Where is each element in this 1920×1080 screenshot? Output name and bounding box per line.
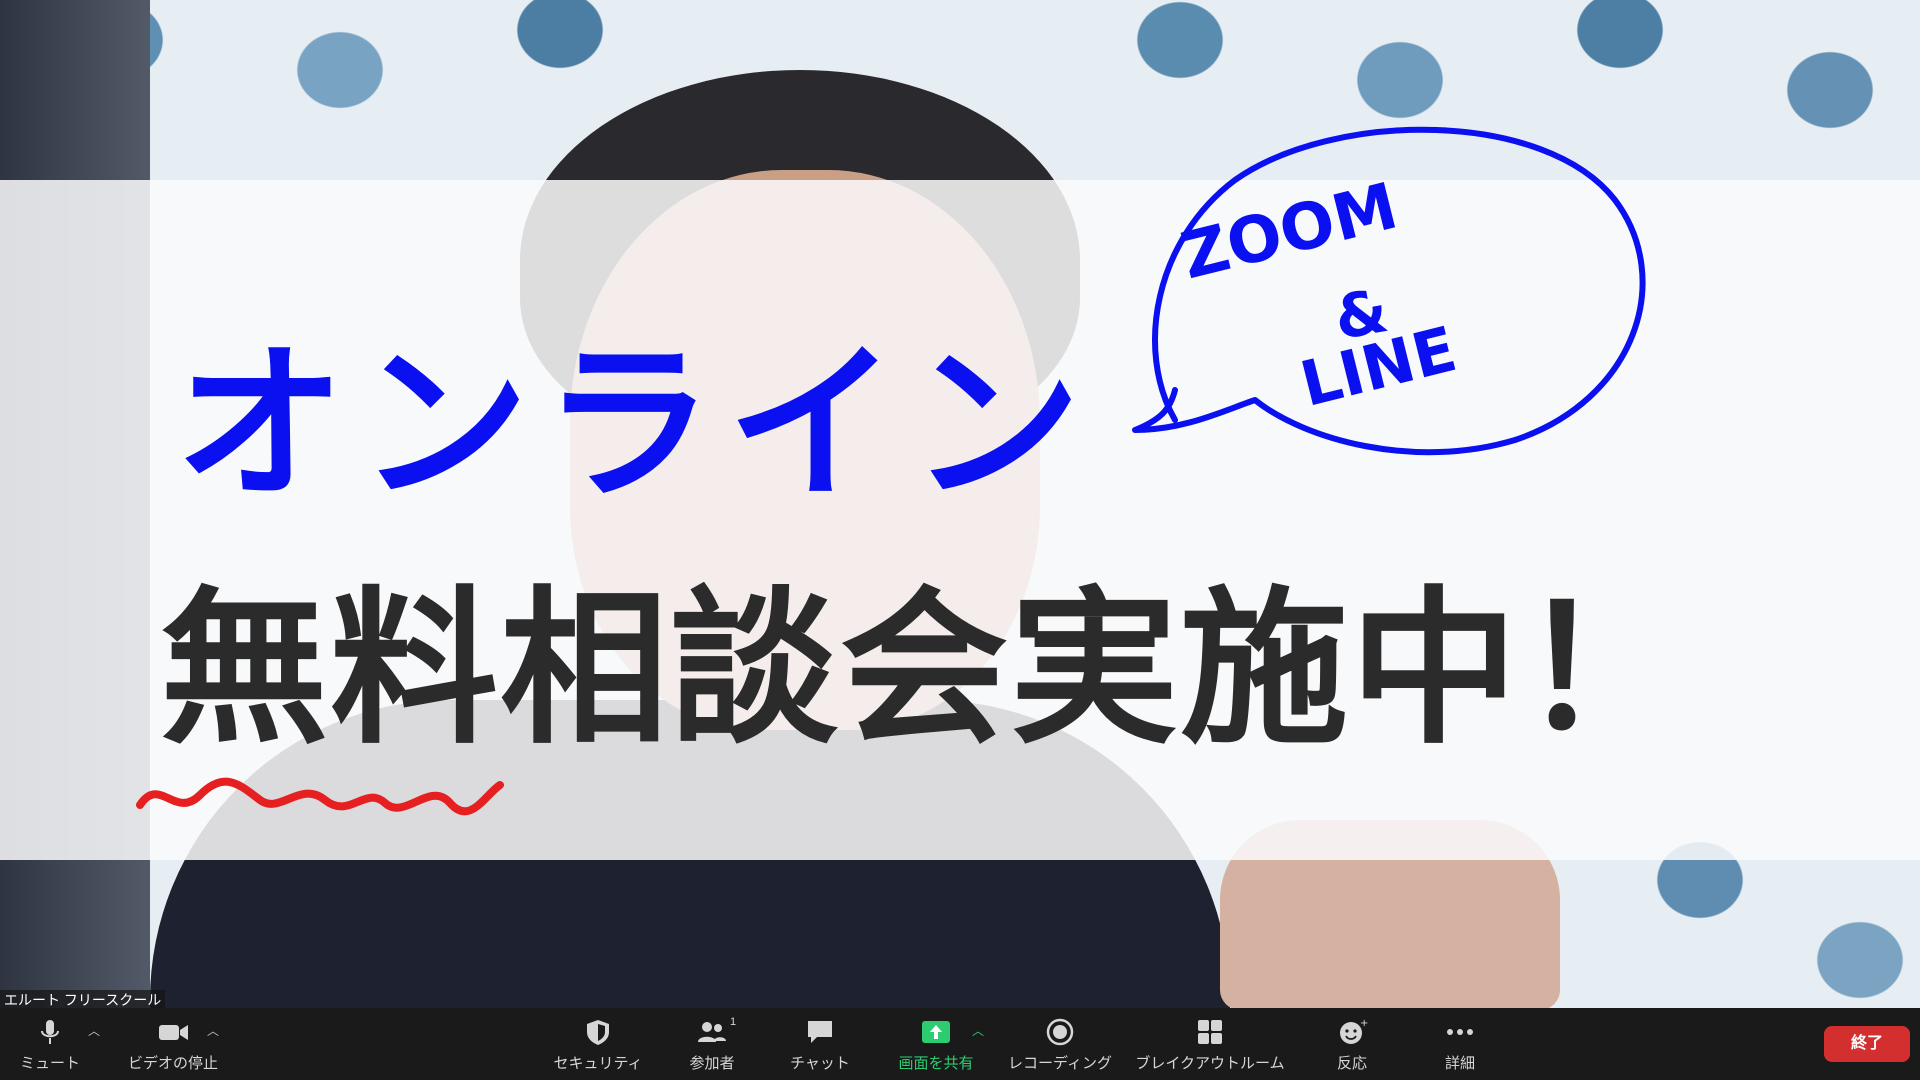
more-button[interactable]: 詳細 bbox=[1424, 1008, 1496, 1080]
participants-label: 参加者 bbox=[689, 1055, 735, 1072]
reactions-button[interactable]: + 反応 bbox=[1318, 1008, 1386, 1080]
record-icon bbox=[1046, 1018, 1074, 1046]
meeting-toolbar: ミュート ︿ ビデオの停止 ︿ セキュリティ 1 参加者 チャット 画面を共有 … bbox=[0, 1008, 1920, 1080]
participant-name-tag: エルート フリースクール bbox=[0, 990, 166, 1010]
chat-button[interactable]: チャット bbox=[778, 1008, 862, 1080]
participants-button[interactable]: 1 参加者 bbox=[668, 1008, 756, 1080]
breakout-rooms-label: ブレイクアウトルーム bbox=[1135, 1055, 1285, 1072]
mute-label: ミュート bbox=[19, 1055, 80, 1072]
audio-options-chevron-icon[interactable]: ︿ bbox=[88, 1022, 100, 1039]
record-label: レコーディング bbox=[1008, 1055, 1112, 1072]
video-camera-icon bbox=[159, 1025, 188, 1040]
breakout-rooms-button[interactable]: ブレイクアウトルーム bbox=[1132, 1008, 1288, 1080]
stop-video-button[interactable]: ビデオの停止 bbox=[118, 1008, 228, 1080]
headline-free-consultation: 無料相談会実施中！ bbox=[160, 571, 1690, 767]
reactions-label: 反応 bbox=[1336, 1055, 1367, 1072]
svg-text:+: + bbox=[1360, 1018, 1368, 1029]
end-meeting-button[interactable]: 終了 bbox=[1824, 1026, 1910, 1062]
more-dots-icon bbox=[1447, 1029, 1473, 1035]
record-button[interactable]: レコーディング bbox=[1002, 1008, 1118, 1080]
chat-label: チャット bbox=[790, 1055, 850, 1072]
share-screen-icon bbox=[922, 1021, 950, 1043]
participants-icon bbox=[698, 1022, 726, 1042]
security-label: セキュリティ bbox=[553, 1055, 643, 1072]
share-screen-button[interactable]: 画面を共有 bbox=[886, 1008, 986, 1080]
underline-squiggle bbox=[136, 777, 504, 816]
microphone-icon bbox=[41, 1020, 59, 1044]
mute-button[interactable]: ミュート bbox=[10, 1008, 90, 1080]
shield-icon bbox=[587, 1020, 609, 1045]
more-label: 詳細 bbox=[1444, 1055, 1475, 1072]
headline-online: オンライン bbox=[175, 326, 1096, 524]
reaction-smiley-icon: + bbox=[1340, 1018, 1368, 1044]
participants-count-badge: 1 bbox=[730, 1016, 737, 1028]
share-options-chevron-icon[interactable]: ︿ bbox=[972, 1022, 984, 1039]
share-screen-label: 画面を共有 bbox=[898, 1055, 974, 1072]
security-button[interactable]: セキュリティ bbox=[548, 1008, 648, 1080]
stop-video-label: ビデオの停止 bbox=[127, 1055, 218, 1072]
video-options-chevron-icon[interactable]: ︿ bbox=[207, 1022, 219, 1039]
chat-bubble-icon bbox=[808, 1021, 832, 1043]
breakout-rooms-icon bbox=[1198, 1020, 1222, 1044]
